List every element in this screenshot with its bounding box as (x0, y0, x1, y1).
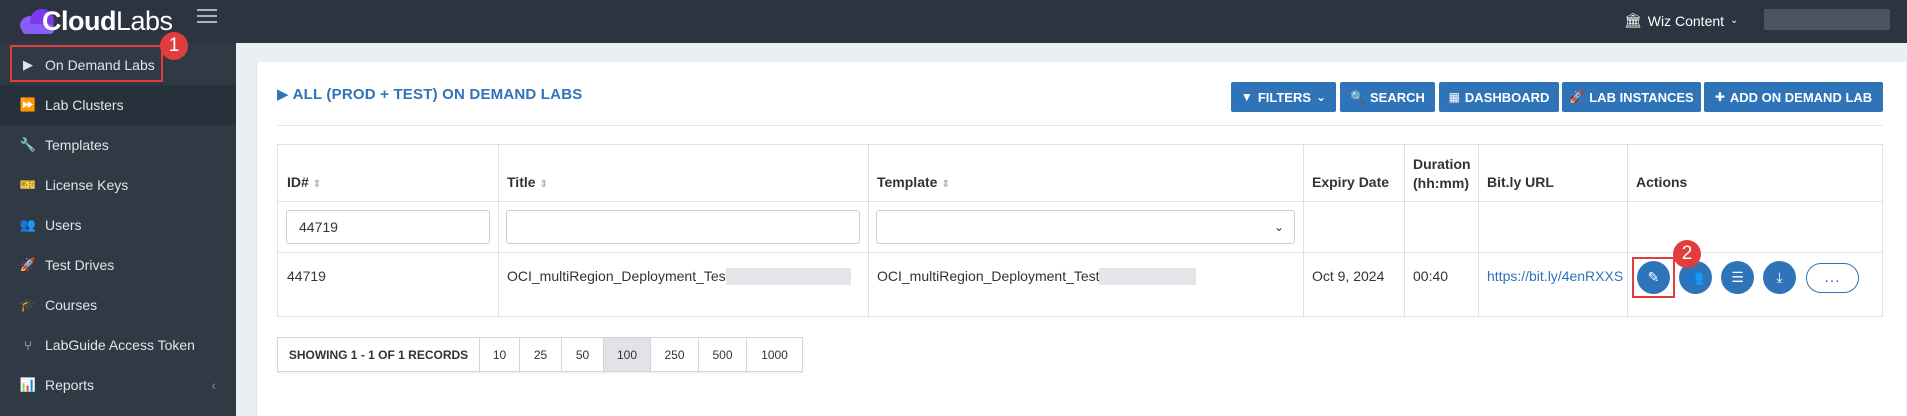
code-fork-icon: ⑂ (24, 337, 32, 353)
more-actions-button[interactable]: ... (1806, 263, 1859, 293)
cell-id: 44719 (287, 268, 326, 284)
download-icon: ⤓ (1776, 269, 1783, 285)
lab-instances-button[interactable]: 🚀 LAB INSTANCES (1562, 82, 1701, 112)
sliders-icon: ☰ (1731, 269, 1744, 285)
bitly-link[interactable]: https://bit.ly/4enRXXS (1487, 268, 1623, 284)
column-header-duration: Duration (hh:mm) (1413, 156, 1471, 191)
bar-chart-icon: 📊 (19, 377, 37, 392)
page-size-50[interactable]: 50 (562, 338, 604, 371)
sidebar-item-license-keys[interactable]: 🎫 License Keys (0, 165, 236, 205)
rocket-icon: 🚀 (1569, 90, 1585, 104)
page-size-1000[interactable]: 1000 (747, 338, 802, 371)
filter-icon: ▼ (1240, 90, 1253, 104)
highlight-box-1 (10, 45, 163, 82)
search-button[interactable]: 🔍 SEARCH (1340, 82, 1435, 112)
page-size-250[interactable]: 250 (651, 338, 699, 371)
page-size-25[interactable]: 25 (520, 338, 562, 371)
column-header-bitly-url: Bit.ly URL (1487, 174, 1554, 190)
organization-dropdown[interactable]: 🏛 Wiz Content ⌄ (1624, 12, 1738, 29)
bar-chart-icon: ▦ (1448, 90, 1460, 104)
cell-title: OCI_multiRegion_Deployment_Test (507, 268, 730, 284)
sidebar-item-label: License Keys (45, 177, 129, 193)
menu-toggle-icon[interactable] (197, 9, 217, 25)
add-on-demand-lab-button[interactable]: ✚ ADD ON DEMAND LAB (1704, 82, 1883, 112)
cloudlabs-logo[interactable]: CloudLabs (18, 2, 173, 40)
rocket-icon: 🚀 (19, 257, 37, 272)
sidebar-item-label: Users (45, 217, 82, 233)
records-info: SHOWING 1 - 1 OF 1 RECORDS (278, 338, 480, 371)
id-filter-input[interactable] (286, 210, 490, 244)
sidebar-item-label: Lab Clusters (45, 97, 124, 113)
top-navbar: CloudLabs 🏛 Wiz Content ⌄ (0, 0, 1907, 43)
user-menu[interactable] (1764, 9, 1890, 30)
organization-name: Wiz Content (1647, 12, 1725, 29)
sidebar-item-labguide-access-token[interactable]: ⑂ LabGuide Access Token (0, 325, 236, 365)
sidebar-item-reports[interactable]: 📊 Reports ‹ (0, 365, 236, 405)
users-icon: 👥 (19, 217, 37, 232)
template-filter-select[interactable]: ⌄ (876, 210, 1295, 244)
sidebar-item-label: Templates (45, 137, 109, 153)
sidebar-item-courses[interactable]: 🎓 Courses (0, 285, 236, 325)
sort-icon: ⇕ (539, 179, 548, 190)
bank-icon: 🏛 (1624, 12, 1642, 28)
column-header-title[interactable]: Title ⇕ (507, 174, 548, 190)
cell-template: OCI_multiRegion_Deployment_Test (877, 268, 1100, 284)
graduation-cap-icon: 🎓 (19, 297, 37, 312)
sidebar-item-test-drives[interactable]: 🚀 Test Drives (0, 245, 236, 285)
column-header-template[interactable]: Template ⇕ (877, 174, 950, 190)
ticket-icon: 🎫 (19, 177, 37, 192)
redacted-text (1099, 268, 1196, 285)
chevron-left-icon: ‹ (211, 377, 216, 393)
page-size-500[interactable]: 500 (699, 338, 747, 371)
caret-right-icon: ▶ (277, 86, 289, 103)
sidebar-item-label: LabGuide Access Token (45, 337, 195, 353)
wrench-icon: 🔧 (19, 137, 37, 152)
page-title: ▶ ALL (PROD + TEST) ON DEMAND LABS (277, 86, 583, 103)
download-button[interactable]: ⤓ (1763, 261, 1796, 294)
sidebar: ▶ On Demand Labs ⏩ Lab Clusters 🔧 Templa… (0, 43, 236, 416)
main-panel: ▶ ALL (PROD + TEST) ON DEMAND LABS ▼ FIL… (256, 62, 1906, 416)
sidebar-item-lab-clusters[interactable]: ⏩ Lab Clusters (0, 85, 236, 125)
plus-icon: ✚ (1714, 90, 1725, 104)
chevron-down-icon: ⌄ (1730, 15, 1739, 26)
redacted-text (726, 268, 851, 285)
logo-text: CloudLabs (42, 5, 173, 36)
settings-button[interactable]: ☰ (1721, 261, 1754, 294)
highlight-box-2 (1632, 257, 1675, 298)
column-header-id[interactable]: ID# ⇕ (287, 174, 321, 190)
page-size-100[interactable]: 100 (604, 338, 651, 371)
fast-forward-icon: ⏩ (19, 97, 37, 112)
sort-icon: ⇕ (312, 179, 322, 190)
users-icon: 👥 (1686, 269, 1705, 285)
sidebar-item-label: Courses (45, 297, 98, 313)
pagination: SHOWING 1 - 1 OF 1 RECORDS 10 25 50 100 … (277, 337, 803, 372)
sidebar-item-label: Test Drives (45, 257, 115, 273)
cell-expiry-date: Oct 9, 2024 (1312, 268, 1385, 284)
search-icon: 🔍 (1350, 90, 1366, 104)
chevron-down-icon: ⌄ (1316, 90, 1327, 104)
step-badge-2: 2 (1673, 240, 1701, 268)
column-header-expiry-date: Expiry Date (1312, 174, 1390, 190)
divider (277, 125, 1883, 126)
filters-button[interactable]: ▼ FILTERS ⌄ (1231, 82, 1336, 112)
page-size-10[interactable]: 10 (480, 338, 520, 371)
dashboard-button[interactable]: ▦ DASHBOARD (1439, 82, 1559, 112)
chevron-down-icon: ⌄ (1273, 220, 1284, 234)
sort-icon: ⇕ (941, 179, 950, 190)
sidebar-item-users[interactable]: 👥 Users (0, 205, 236, 245)
sidebar-item-label: Reports (45, 377, 95, 393)
title-filter-input[interactable] (506, 210, 860, 244)
column-header-actions: Actions (1636, 174, 1688, 190)
sidebar-item-templates[interactable]: 🔧 Templates (0, 125, 236, 165)
cell-duration: 00:40 (1413, 268, 1449, 284)
